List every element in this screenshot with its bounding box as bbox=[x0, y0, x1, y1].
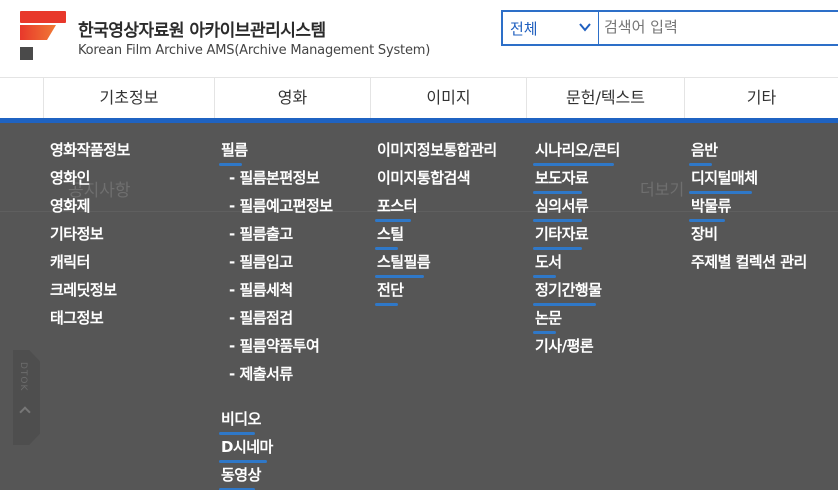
menu-film-inbound[interactable]: - 필름입고 bbox=[229, 251, 293, 272]
menu-film-cleaning[interactable]: - 필름세척 bbox=[229, 279, 293, 300]
menu-character[interactable]: 캐릭터 bbox=[50, 251, 90, 272]
menu-film-main-info[interactable]: - 필름본편정보 bbox=[229, 167, 320, 188]
menu-artifacts[interactable]: 박물류 bbox=[689, 195, 731, 222]
menu-records[interactable]: 음반 bbox=[689, 139, 718, 166]
menu-still-film[interactable]: 스틸필름 bbox=[374, 251, 431, 278]
logo[interactable] bbox=[20, 11, 67, 61]
menu-dcinema[interactable]: D시네마 bbox=[219, 436, 273, 463]
menu-still[interactable]: 스틸 bbox=[375, 223, 404, 250]
menu-articles[interactable]: 기사/평론 bbox=[535, 335, 594, 356]
main-nav: 기초정보 영화 이미지 문헌/텍스트 기타 bbox=[0, 77, 838, 119]
nav-item-etc[interactable]: 기타 bbox=[684, 78, 838, 119]
search-scope-select[interactable]: 전체 bbox=[503, 12, 599, 44]
nav-item-text[interactable]: 문헌/텍스트 bbox=[526, 78, 684, 119]
menu-digital-media[interactable]: 디지털매체 bbox=[689, 167, 758, 194]
search-input[interactable] bbox=[604, 18, 824, 36]
menu-motion-video[interactable]: 동영상 bbox=[219, 464, 261, 490]
menu-tag-info[interactable]: 태그정보 bbox=[50, 307, 104, 328]
brand-title-en: Korean Film Archive AMS(Archive Manageme… bbox=[78, 43, 431, 58]
menu-papers[interactable]: 논문 bbox=[533, 307, 562, 334]
side-toggle-tab[interactable]: DTOK bbox=[13, 350, 40, 445]
brand-title-ko: 한국영상자료원 아카이브관리시스템 bbox=[78, 21, 326, 41]
menu-film-outbound[interactable]: - 필름출고 bbox=[229, 223, 293, 244]
menu-film[interactable]: 필름 bbox=[219, 139, 248, 166]
menu-equipment[interactable]: 장비 bbox=[691, 223, 718, 244]
search-scope-value: 전체 bbox=[510, 20, 538, 38]
menu-image-integrated-search[interactable]: 이미지통합검색 bbox=[377, 167, 471, 188]
mega-menu-panel: 공지사항 더보기 DTOK 영화작품정보 영화인 영화제 기타정보 캐릭터 크레… bbox=[0, 123, 838, 490]
menu-image-integrated-manage[interactable]: 이미지정보통합관리 bbox=[377, 139, 497, 160]
menu-periodicals[interactable]: 정기간행물 bbox=[533, 279, 602, 306]
side-tab-label: DTOK bbox=[18, 362, 28, 392]
menu-other-info[interactable]: 기타정보 bbox=[50, 223, 104, 244]
menu-film-chemical[interactable]: - 필름약품투여 bbox=[229, 335, 320, 356]
more-link: 더보기 bbox=[640, 180, 685, 199]
chevron-down-icon bbox=[579, 23, 591, 32]
menu-press[interactable]: 보도자료 bbox=[532, 167, 589, 194]
nav-item-basic[interactable]: 기초정보 bbox=[43, 78, 214, 119]
search-bar: 전체 bbox=[501, 10, 838, 46]
menu-other-material[interactable]: 기타자료 bbox=[532, 223, 589, 250]
nav-item-film[interactable]: 영화 bbox=[214, 78, 370, 119]
menu-festival[interactable]: 영화제 bbox=[50, 195, 90, 216]
menu-scenario[interactable]: 시나리오/콘티 bbox=[533, 139, 620, 166]
logo-bar-red bbox=[20, 11, 66, 23]
menu-film-documents[interactable]: - 제출서류 bbox=[229, 363, 293, 384]
menu-film-inspection[interactable]: - 필름점검 bbox=[229, 307, 293, 328]
menu-film-work-info[interactable]: 영화작품정보 bbox=[50, 139, 130, 160]
menu-books[interactable]: 도서 bbox=[533, 251, 562, 278]
nav-item-image[interactable]: 이미지 bbox=[370, 78, 526, 119]
logo-bar-gradient bbox=[20, 25, 56, 40]
header: 한국영상자료원 아카이브관리시스템 Korean Film Archive AM… bbox=[0, 0, 838, 77]
menu-credit-info[interactable]: 크레딧정보 bbox=[50, 279, 117, 300]
chevron-up-icon bbox=[19, 406, 31, 418]
menu-theme-collection[interactable]: 주제별 컬렉션 관리 bbox=[691, 251, 807, 272]
menu-filmmaker[interactable]: 영화인 bbox=[50, 167, 90, 188]
logo-square bbox=[20, 47, 33, 60]
menu-poster[interactable]: 포스터 bbox=[375, 195, 417, 222]
menu-review-docs[interactable]: 심의서류 bbox=[532, 195, 589, 222]
menu-film-trailer-info[interactable]: - 필름예고편정보 bbox=[229, 195, 333, 216]
menu-leaflet[interactable]: 전단 bbox=[375, 279, 404, 306]
menu-video[interactable]: 비디오 bbox=[219, 408, 261, 435]
